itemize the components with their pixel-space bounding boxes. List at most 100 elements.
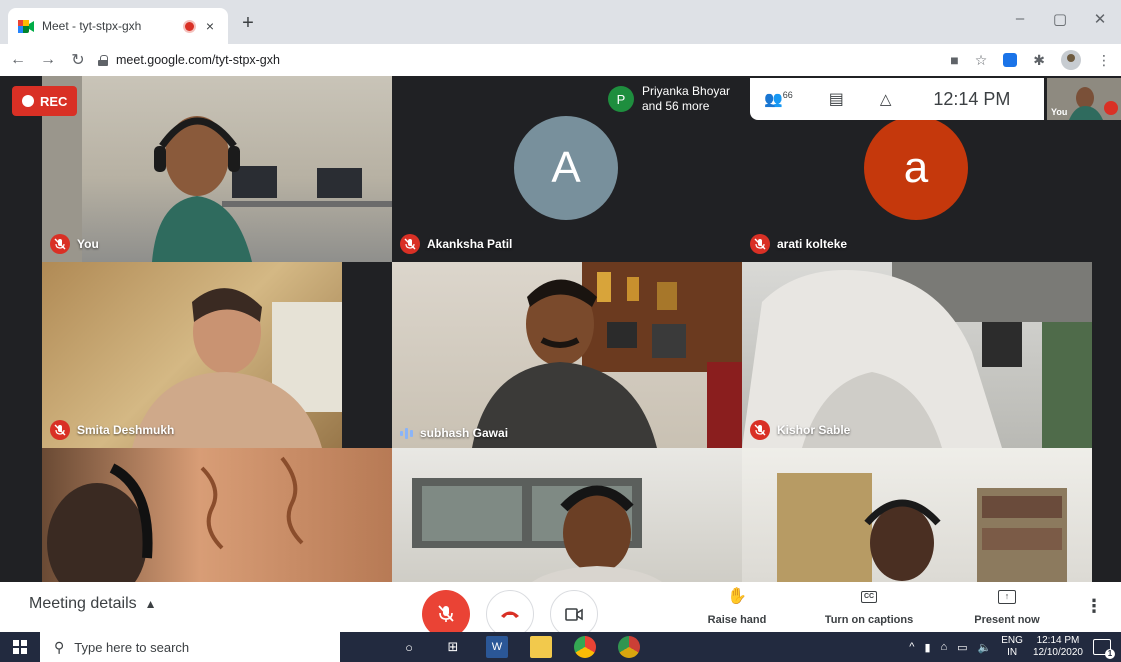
activities-icon[interactable]: △ [880, 90, 892, 108]
start-button[interactable] [0, 632, 40, 662]
chrome-profile-icon[interactable] [618, 636, 640, 658]
profile-avatar[interactable] [1061, 50, 1081, 70]
participant-avatar: a [864, 116, 968, 220]
tile-label: Akanksha Patil [400, 234, 512, 254]
presenter-chip[interactable]: P Priyanka Bhoyar and 56 more [600, 78, 750, 120]
participant-tile-kishor[interactable]: Kishor Sable [742, 262, 1092, 448]
system-tray: ^ ▮ ⌂ ▭ 🔈 ENG IN 12:14 PM 12/10/2020 1 [909, 632, 1121, 662]
lock-icon [98, 54, 108, 66]
browser-menu-icon[interactable]: ⋮ [1097, 52, 1111, 69]
tile-label: Kishor Sable [750, 420, 850, 440]
participant-tile-subhash[interactable]: subhash Gawai [392, 262, 742, 448]
word-app-icon[interactable]: W [486, 636, 508, 658]
mic-off-icon [50, 234, 70, 254]
camera-icon [565, 607, 583, 621]
video-frame-subhash [472, 262, 742, 448]
raise-hand-button[interactable]: ✋ Raise hand [682, 586, 792, 626]
volume-icon[interactable]: 🔈 [978, 641, 992, 654]
recording-indicator-icon [185, 21, 194, 31]
mic-off-icon [438, 605, 454, 622]
bookmark-star-icon[interactable]: ☆ [975, 52, 988, 69]
window-close-button[interactable]: ✕ [1080, 10, 1120, 28]
participant-name: Kishor Sable [777, 423, 851, 437]
screen: Meet - tyt-stpx-gxh × + – ▢ ✕ ← → ↻ meet… [0, 0, 1121, 662]
toggle-camera-button[interactable] [550, 590, 598, 638]
tab-close-icon[interactable]: × [202, 18, 218, 34]
meet-top-panel: 👥66 ▤ △ 12:14 PM [750, 78, 1044, 120]
reload-icon[interactable]: ↻ [66, 50, 90, 70]
meeting-stage: You A Akanksha Patil a arati kolteke Smi… [0, 76, 1121, 582]
url-text: meet.google.com/tyt-stpx-gxh [116, 53, 280, 67]
participant-tile-row3-2[interactable] [392, 448, 742, 582]
hand-icon: ✋ [727, 588, 747, 605]
toggle-mic-button[interactable] [422, 590, 470, 638]
cortana-icon[interactable]: ○ [398, 636, 420, 658]
self-view-label: You [1051, 107, 1068, 117]
taskbar-search-input[interactable]: ⚲ Type here to search [40, 632, 340, 662]
browser-tab-meet[interactable]: Meet - tyt-stpx-gxh × [8, 8, 228, 44]
captions-icon: CC [861, 591, 877, 603]
captions-label: Turn on captions [824, 614, 914, 626]
people-icon[interactable]: 👥66 [764, 90, 793, 108]
people-count: 66 [782, 90, 793, 100]
raise-hand-label: Raise hand [707, 614, 767, 626]
tray-chevron-icon[interactable]: ^ [909, 641, 914, 653]
participant-name: subhash Gawai [420, 426, 509, 440]
participant-name: Smita Deshmukh [77, 423, 175, 437]
tile-label: subhash Gawai [400, 426, 508, 440]
meeting-controls-bar: Meeting details ▲ ✋ Raise hand CC Turn o… [0, 582, 1121, 638]
captions-button[interactable]: CC Turn on captions [814, 586, 924, 626]
battery-icon[interactable]: ▭ [957, 641, 967, 654]
mic-off-icon [400, 234, 420, 254]
presenter-avatar: P [608, 86, 634, 112]
recording-dot-icon [22, 95, 34, 107]
video-frame-row3-3 [777, 473, 1067, 582]
chrome-icon[interactable] [574, 636, 596, 658]
lang-bottom: IN [1007, 647, 1018, 658]
task-view-icon[interactable]: ⊞ [442, 636, 464, 658]
new-tab-button[interactable]: + [236, 13, 260, 33]
video-frame-row3-1 [47, 456, 304, 582]
extensions-puzzle-icon[interactable]: ✱ [1033, 52, 1045, 69]
presenter-name: Priyanka Bhoyar [642, 84, 731, 98]
meeting-details-button[interactable]: Meeting details ▲ [29, 595, 157, 613]
tile-label: Smita Deshmukh [50, 420, 174, 440]
participant-avatar: A [514, 116, 618, 220]
taskbar-search-placeholder: Type here to search [74, 639, 190, 655]
self-view-thumbnail[interactable]: You [1047, 78, 1121, 120]
chat-icon[interactable]: ▤ [829, 89, 844, 109]
tile-label: arati kolteke [750, 234, 847, 254]
window-restore-button[interactable]: ▢ [1040, 10, 1080, 28]
file-explorer-icon[interactable] [530, 636, 552, 658]
camera-in-use-icon[interactable]: ■ [950, 52, 958, 68]
participant-tile-row3-3[interactable] [742, 448, 1092, 582]
back-arrow-icon[interactable]: ← [6, 51, 30, 69]
notification-icon[interactable]: 1 [1093, 639, 1115, 659]
tile-label: You [50, 234, 99, 254]
participant-name: Akanksha Patil [427, 237, 513, 251]
recording-badge: REC [12, 86, 78, 116]
taskbar-clock[interactable]: 12:14 PM 12/10/2020 [1033, 635, 1083, 659]
more-options-icon[interactable]: ⋮ [1085, 596, 1103, 617]
mic-off-icon [750, 420, 770, 440]
forward-arrow-icon[interactable]: → [36, 51, 60, 69]
taskbar-time: 12:14 PM [1036, 635, 1080, 646]
present-now-button[interactable]: ↑ Present now [952, 586, 1062, 626]
mic-off-icon [750, 234, 770, 254]
network-icon[interactable]: ⌂ [941, 641, 948, 653]
chevron-up-icon: ▲ [144, 597, 157, 611]
participant-tile-smita[interactable]: Smita Deshmukh [42, 262, 392, 448]
lang-top: ENG [1001, 635, 1023, 646]
participant-name: You [77, 237, 99, 251]
window-minimize-button[interactable]: – [1000, 10, 1040, 27]
meeting-details-label: Meeting details [29, 595, 137, 612]
video-frame-row3-2 [412, 478, 662, 582]
presenter-more: and 56 more [642, 99, 710, 113]
participant-tile-you[interactable]: You [42, 76, 392, 262]
input-language[interactable]: ENG IN [1001, 635, 1023, 659]
extension-icon[interactable] [1003, 53, 1018, 67]
address-bar[interactable]: meet.google.com/tyt-stpx-gxh [98, 47, 280, 73]
participant-tile-row3-1[interactable] [42, 448, 392, 582]
leave-call-button[interactable] [486, 590, 534, 638]
tray-microphone-icon[interactable]: ▮ [924, 641, 930, 654]
